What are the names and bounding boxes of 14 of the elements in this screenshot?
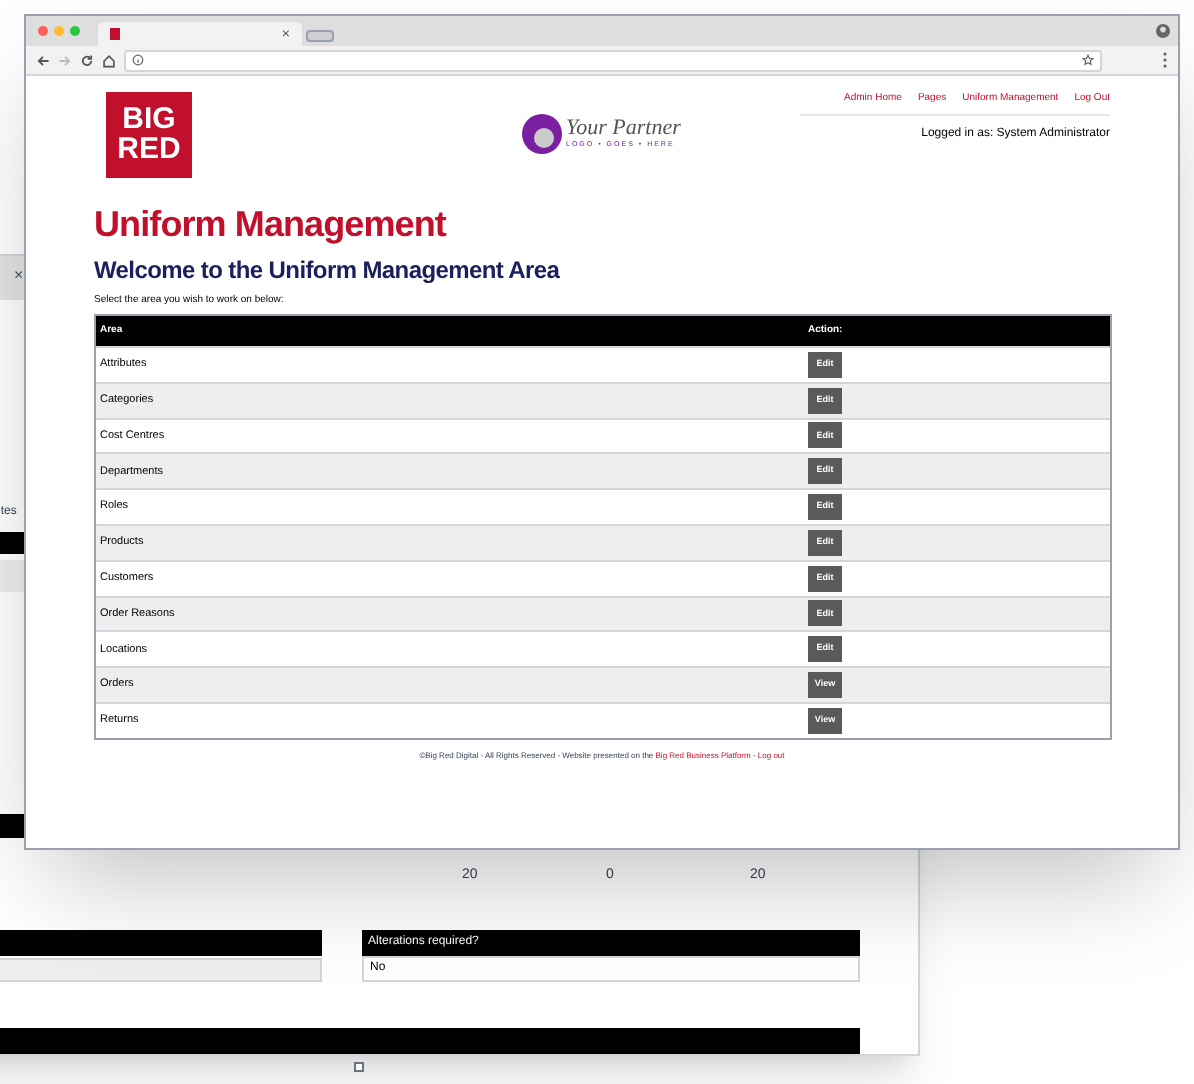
close-window-icon[interactable] — [38, 26, 48, 36]
back-icon[interactable] — [36, 53, 50, 67]
profile-icon[interactable] — [1156, 24, 1170, 38]
menu-icon[interactable] — [1162, 52, 1168, 68]
checkbox[interactable] — [354, 1062, 364, 1072]
info-icon — [132, 54, 144, 66]
star-icon[interactable] — [1082, 54, 1094, 66]
page-title: Uniform Management — [94, 202, 449, 247]
home-icon[interactable] — [102, 53, 116, 67]
page-subtitle: Welcome to the Uniform Management Area — [94, 255, 562, 285]
logo[interactable]: BIG RED — [106, 92, 192, 178]
tab-close-button[interactable]: × — [14, 264, 24, 288]
favicon-icon — [110, 28, 120, 40]
reload-icon[interactable] — [80, 53, 94, 67]
